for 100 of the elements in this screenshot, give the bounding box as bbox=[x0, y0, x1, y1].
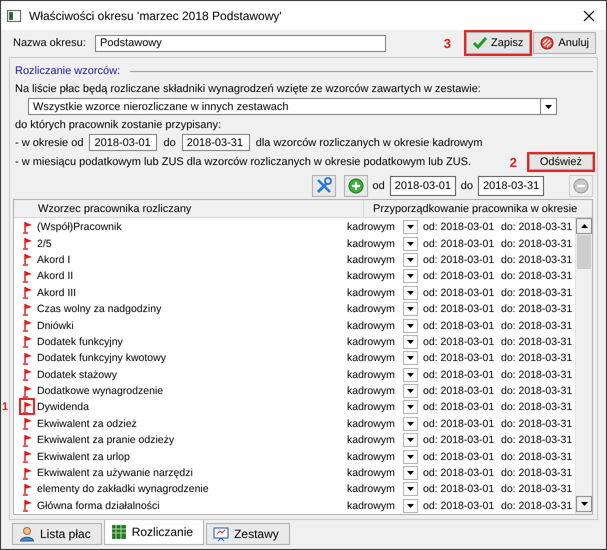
dropdown-button[interactable] bbox=[403, 334, 418, 349]
dropdown-button[interactable] bbox=[403, 318, 418, 333]
caret-icon bbox=[407, 274, 414, 278]
caret-icon bbox=[580, 502, 588, 506]
callout-number: 1 bbox=[2, 400, 8, 413]
close-icon bbox=[583, 10, 595, 22]
dropdown-button[interactable] bbox=[403, 252, 418, 267]
flag-icon bbox=[23, 466, 33, 480]
template-name: Czas wolny za nadgodziny bbox=[36, 303, 162, 316]
dropdown-button[interactable] bbox=[403, 351, 418, 366]
template-name: Dodatek funkcyjny kwotowy bbox=[36, 352, 167, 364]
caret-icon bbox=[407, 438, 414, 442]
date-from: od: 2018-03-01 bbox=[423, 286, 496, 299]
date-from: od: 2018-03-01 bbox=[423, 303, 496, 316]
dropdown-button[interactable] bbox=[403, 400, 418, 414]
period-type: kadrowym bbox=[347, 352, 396, 364]
cancel-button[interactable]: Anuluj bbox=[533, 32, 596, 54]
flag-icon bbox=[23, 319, 33, 332]
caret-icon bbox=[407, 307, 414, 312]
scrollbar[interactable] bbox=[575, 218, 592, 514]
template-name: Dodatek stażowy bbox=[36, 368, 118, 381]
save-button[interactable]: Zapisz bbox=[466, 32, 530, 54]
caret-icon bbox=[407, 258, 414, 262]
date-to: do: 2018-03-31 bbox=[501, 401, 571, 414]
window-title: Właściwości okresu 'marzec 2018 Podstawowy' bbox=[29, 8, 283, 22]
dropdown-button[interactable] bbox=[403, 416, 418, 431]
dropdown-button[interactable] bbox=[403, 466, 418, 480]
dropdown-button[interactable] bbox=[403, 220, 418, 234]
date-to: do: 2018-03-31 bbox=[501, 320, 571, 332]
date-field[interactable]: 2018-03-01 bbox=[390, 176, 456, 196]
flag-icon bbox=[23, 499, 33, 512]
dropdown-button[interactable] bbox=[403, 302, 418, 316]
date-from: od: 2018-03-01 bbox=[423, 254, 496, 266]
flag-icon bbox=[23, 450, 33, 464]
date-from: od: 2018-03-01 bbox=[423, 483, 496, 496]
date-to: do: 2018-03-31 bbox=[501, 467, 571, 480]
column-header: Wzorzec pracownika rozliczany bbox=[14, 200, 364, 217]
caret-icon bbox=[407, 225, 414, 230]
description-text: do których pracownik zostanie przypisany: bbox=[14, 118, 222, 133]
scroll-down-button[interactable] bbox=[576, 496, 592, 512]
date-from: od: 2018-03-01 bbox=[423, 385, 496, 398]
flag-icon bbox=[23, 434, 33, 447]
date-field[interactable]: 2018-03-31 bbox=[478, 176, 544, 196]
date-from: od: 2018-03-01 bbox=[423, 450, 496, 463]
period-type: kadrowym bbox=[347, 368, 396, 381]
date-from: od: 2018-03-01 bbox=[423, 418, 496, 430]
spreadsheet-icon bbox=[110, 524, 127, 540]
tools-icon bbox=[314, 176, 332, 194]
date-field[interactable]: 2018-03-31 bbox=[182, 134, 250, 151]
tab[interactable]: Lista płac bbox=[12, 523, 102, 545]
cancel-icon bbox=[540, 36, 554, 50]
add-button[interactable] bbox=[344, 174, 368, 196]
caret-icon bbox=[407, 372, 414, 377]
chart-board-icon bbox=[213, 526, 230, 542]
template-name: Akord II bbox=[36, 270, 74, 282]
dropdown-button[interactable] bbox=[403, 450, 418, 464]
template-name: Dniówki bbox=[36, 320, 75, 332]
dropdown-button[interactable] bbox=[403, 482, 418, 496]
tab[interactable]: Zestawy bbox=[206, 523, 290, 545]
dropdown-button[interactable] bbox=[403, 286, 418, 300]
period-type: kadrowym bbox=[347, 483, 396, 496]
description-text: - w miesiącu podatkowym lub ZUS dla wzorców rozliczanych w okresie podatkowym lub ZUS. bbox=[15, 156, 472, 168]
dropdown-button[interactable] bbox=[403, 384, 418, 398]
period-type: kadrowym bbox=[347, 254, 396, 266]
field-label: Nazwa okresu: bbox=[13, 37, 87, 49]
scroll-up-button[interactable] bbox=[576, 218, 592, 234]
date-from: od: 2018-03-01 bbox=[423, 336, 496, 348]
date-to: do: 2018-03-31 bbox=[501, 418, 571, 430]
dropdown-button[interactable] bbox=[403, 368, 418, 382]
refresh-button[interactable]: Odśwież bbox=[528, 154, 593, 170]
set-select[interactable]: Wszystkie wzorce nierozliczane w innych zestawach bbox=[28, 98, 541, 115]
period-name-field[interactable]: Podstawowy bbox=[95, 34, 386, 52]
period-type: kadrowym bbox=[347, 467, 396, 480]
date-from: od: 2018-03-01 bbox=[423, 401, 496, 414]
template-name: elementy do zakładki wynagrodzenie bbox=[36, 483, 210, 496]
dropdown-button[interactable] bbox=[403, 236, 418, 251]
date-from: od: 2018-03-01 bbox=[423, 320, 496, 332]
caret-icon bbox=[407, 405, 414, 410]
section-title: Rozliczanie wzorców: bbox=[15, 65, 120, 77]
flag-icon bbox=[23, 335, 33, 348]
dropdown-button[interactable] bbox=[541, 98, 557, 115]
dropdown-button[interactable] bbox=[403, 433, 418, 448]
template-name: Dodatkowe wynagrodzenie bbox=[36, 385, 164, 398]
template-name: 2/5 bbox=[36, 238, 53, 250]
field-label: do bbox=[460, 180, 473, 192]
tab[interactable]: Rozliczanie bbox=[104, 520, 204, 545]
flag-icon bbox=[23, 270, 33, 283]
column-header: Przyporządkowanie pracownika w okresie bbox=[372, 202, 578, 214]
scrollbar-thumb[interactable] bbox=[577, 235, 591, 269]
date-to: do: 2018-03-31 bbox=[501, 500, 571, 512]
date-field[interactable]: 2018-03-01 bbox=[89, 134, 158, 151]
dropdown-button[interactable] bbox=[403, 498, 418, 513]
tools-button[interactable] bbox=[312, 174, 336, 196]
flag-icon bbox=[23, 220, 33, 234]
flag-icon bbox=[23, 286, 33, 300]
caret-icon bbox=[407, 454, 414, 459]
dropdown-button[interactable] bbox=[403, 269, 418, 284]
check-icon bbox=[473, 37, 488, 49]
template-name: Ekwiwalent za urlop bbox=[36, 450, 131, 463]
highlight-frame bbox=[19, 398, 35, 415]
